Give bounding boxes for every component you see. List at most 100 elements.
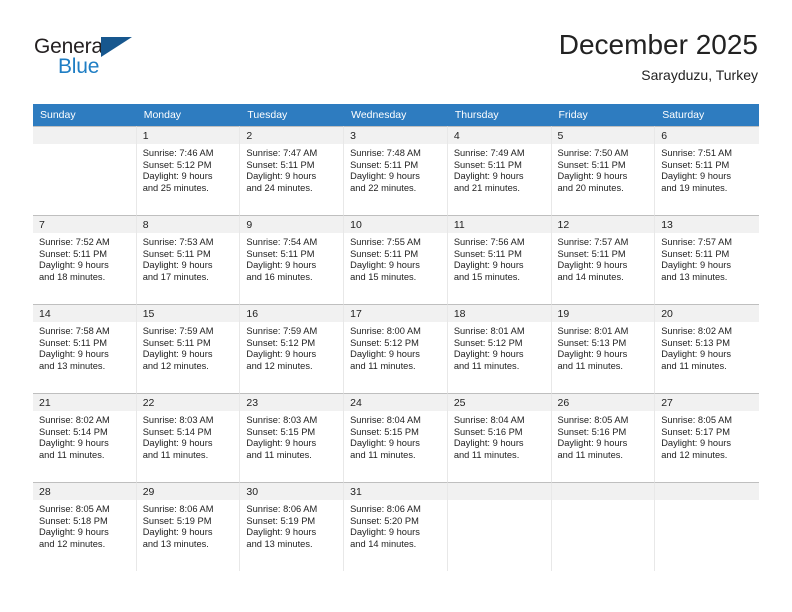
day-cell[interactable]: 11 Sunrise: 7:56 AM Sunset: 5:11 PM Dayl… xyxy=(447,215,552,304)
day-number: 24 xyxy=(344,394,447,411)
daylight-text-line2: and 18 minutes. xyxy=(39,271,106,282)
sunset-text: Sunset: 5:11 PM xyxy=(350,159,419,170)
day-number: 20 xyxy=(655,305,759,322)
day-cell[interactable]: 16 Sunrise: 7:59 AM Sunset: 5:12 PM Dayl… xyxy=(240,304,345,393)
day-cell[interactable]: 10 Sunrise: 7:55 AM Sunset: 5:11 PM Dayl… xyxy=(344,215,448,304)
day-cell[interactable]: 20 Sunrise: 8:02 AM Sunset: 5:13 PM Dayl… xyxy=(655,304,759,393)
day-cell[interactable]: 1 Sunrise: 7:46 AM Sunset: 5:12 PM Dayli… xyxy=(136,126,241,215)
day-cell[interactable]: 19 Sunrise: 8:01 AM Sunset: 5:13 PM Dayl… xyxy=(551,304,656,393)
day-cell[interactable]: 6 Sunrise: 7:51 AM Sunset: 5:11 PM Dayli… xyxy=(655,126,759,215)
day-number: 1 xyxy=(136,127,240,144)
day-cell[interactable]: 7 Sunrise: 7:52 AM Sunset: 5:11 PM Dayli… xyxy=(33,215,137,304)
sunrise-text: Sunrise: 7:49 AM xyxy=(453,148,525,158)
day-cell[interactable]: 14 Sunrise: 7:58 AM Sunset: 5:11 PM Dayl… xyxy=(33,304,137,393)
daylight-text-line1: Daylight: 9 hours xyxy=(453,438,524,449)
sunrise-text: Sunrise: 7:55 AM xyxy=(350,237,421,247)
weekday-header-tuesday: Tuesday xyxy=(240,104,345,126)
sunrise-text: Sunrise: 7:52 AM xyxy=(39,237,110,247)
day-cell[interactable] xyxy=(551,482,656,571)
day-number: 23 xyxy=(240,394,344,411)
daylight-text-line2: and 11 minutes. xyxy=(557,449,623,460)
day-cell[interactable] xyxy=(33,126,137,215)
day-number: 10 xyxy=(344,216,447,233)
sunset-text: Sunset: 5:14 PM xyxy=(142,426,212,437)
day-details: Sunrise: 8:04 AM Sunset: 5:16 PM Dayligh… xyxy=(448,411,551,461)
daylight-text-line2: and 21 minutes. xyxy=(453,182,520,193)
day-cell[interactable]: 24 Sunrise: 8:04 AM Sunset: 5:15 PM Dayl… xyxy=(344,393,448,482)
day-cell[interactable]: 23 Sunrise: 8:03 AM Sunset: 5:15 PM Dayl… xyxy=(240,393,345,482)
day-number xyxy=(655,483,759,500)
day-number xyxy=(447,483,551,500)
weekday-header-sunday: Sunday xyxy=(33,104,137,126)
day-cell[interactable]: 17 Sunrise: 8:00 AM Sunset: 5:12 PM Dayl… xyxy=(344,304,448,393)
day-cell[interactable]: 13 Sunrise: 7:57 AM Sunset: 5:11 PM Dayl… xyxy=(655,215,759,304)
sunrise-text: Sunrise: 8:04 AM xyxy=(350,415,421,425)
day-cell[interactable]: 29 Sunrise: 8:06 AM Sunset: 5:19 PM Dayl… xyxy=(136,482,241,571)
day-cell[interactable]: 5 Sunrise: 7:50 AM Sunset: 5:11 PM Dayli… xyxy=(551,126,656,215)
day-cell[interactable]: 28 Sunrise: 8:05 AM Sunset: 5:18 PM Dayl… xyxy=(33,482,137,571)
day-cell[interactable]: 26 Sunrise: 8:05 AM Sunset: 5:16 PM Dayl… xyxy=(551,393,656,482)
sunrise-text: Sunrise: 8:05 AM xyxy=(39,504,110,514)
day-details: Sunrise: 7:56 AM Sunset: 5:11 PM Dayligh… xyxy=(448,233,551,283)
sunrise-text: Sunrise: 8:06 AM xyxy=(142,504,214,514)
day-number: 31 xyxy=(344,483,447,500)
calendar-week-row: 21 Sunrise: 8:02 AM Sunset: 5:14 PM Dayl… xyxy=(33,393,759,482)
day-cell[interactable]: 8 Sunrise: 7:53 AM Sunset: 5:11 PM Dayli… xyxy=(136,215,241,304)
daylight-text-line1: Daylight: 9 hours xyxy=(661,171,731,182)
day-cell[interactable]: 2 Sunrise: 7:47 AM Sunset: 5:11 PM Dayli… xyxy=(240,126,345,215)
daylight-text-line2: and 11 minutes. xyxy=(350,360,416,371)
sunrise-text: Sunrise: 7:58 AM xyxy=(39,326,110,336)
day-number xyxy=(551,483,655,500)
day-details: Sunrise: 8:01 AM Sunset: 5:12 PM Dayligh… xyxy=(448,322,551,372)
day-number: 15 xyxy=(136,305,240,322)
calendar-page: General Blue December 2025 Sarayduzu, Tu… xyxy=(0,0,792,612)
day-cell[interactable]: 12 Sunrise: 7:57 AM Sunset: 5:11 PM Dayl… xyxy=(551,215,656,304)
day-cell[interactable]: 27 Sunrise: 8:05 AM Sunset: 5:17 PM Dayl… xyxy=(655,393,759,482)
day-cell[interactable]: 25 Sunrise: 8:04 AM Sunset: 5:16 PM Dayl… xyxy=(447,393,552,482)
day-details: Sunrise: 7:48 AM Sunset: 5:11 PM Dayligh… xyxy=(344,144,447,194)
day-cell[interactable] xyxy=(447,482,552,571)
day-number: 22 xyxy=(136,394,240,411)
sunrise-text: Sunrise: 7:54 AM xyxy=(246,237,318,247)
day-details: Sunrise: 7:46 AM Sunset: 5:12 PM Dayligh… xyxy=(137,144,240,194)
page-title: December 2025 xyxy=(558,29,758,60)
sunrise-text: Sunrise: 7:57 AM xyxy=(661,237,733,247)
day-details: Sunrise: 7:57 AM Sunset: 5:11 PM Dayligh… xyxy=(655,233,759,283)
weekday-header-thursday: Thursday xyxy=(447,104,552,126)
sunrise-text: Sunrise: 8:02 AM xyxy=(661,326,733,336)
day-cell[interactable]: 15 Sunrise: 7:59 AM Sunset: 5:11 PM Dayl… xyxy=(136,304,241,393)
sunrise-text: Sunrise: 8:05 AM xyxy=(557,415,629,425)
title-block: December 2025 Sarayduzu, Turkey xyxy=(559,28,758,85)
daylight-text-line2: and 15 minutes. xyxy=(350,271,417,282)
day-cell[interactable] xyxy=(655,482,759,571)
day-number: 28 xyxy=(33,483,136,500)
daylight-text-line1: Daylight: 9 hours xyxy=(142,349,213,360)
day-cell[interactable]: 22 Sunrise: 8:03 AM Sunset: 5:14 PM Dayl… xyxy=(136,393,241,482)
day-details: Sunrise: 7:53 AM Sunset: 5:11 PM Dayligh… xyxy=(137,233,240,283)
day-cell[interactable]: 30 Sunrise: 8:06 AM Sunset: 5:19 PM Dayl… xyxy=(240,482,345,571)
general-blue-logo[interactable]: General Blue xyxy=(34,35,144,83)
day-details: Sunrise: 8:03 AM Sunset: 5:15 PM Dayligh… xyxy=(240,411,343,461)
sunset-text: Sunset: 5:11 PM xyxy=(453,248,522,259)
daylight-text-line1: Daylight: 9 hours xyxy=(142,438,213,449)
sunset-text: Sunset: 5:11 PM xyxy=(557,159,626,170)
weekday-header-friday: Friday xyxy=(551,104,656,126)
sunrise-text: Sunrise: 7:46 AM xyxy=(142,148,214,158)
day-cell[interactable]: 21 Sunrise: 8:02 AM Sunset: 5:14 PM Dayl… xyxy=(33,393,137,482)
day-cell[interactable]: 18 Sunrise: 8:01 AM Sunset: 5:12 PM Dayl… xyxy=(447,304,552,393)
page-header: General Blue December 2025 Sarayduzu, Tu… xyxy=(0,0,792,104)
calendar-grid: Sunday Monday Tuesday Wednesday Thursday… xyxy=(33,104,759,571)
day-details: Sunrise: 8:02 AM Sunset: 5:13 PM Dayligh… xyxy=(655,322,759,372)
day-number xyxy=(33,127,136,144)
day-details: Sunrise: 7:59 AM Sunset: 5:12 PM Dayligh… xyxy=(240,322,343,372)
day-cell[interactable]: 9 Sunrise: 7:54 AM Sunset: 5:11 PM Dayli… xyxy=(240,215,345,304)
day-number: 14 xyxy=(33,305,136,322)
day-cell[interactable]: 3 Sunrise: 7:48 AM Sunset: 5:11 PM Dayli… xyxy=(344,126,448,215)
daylight-text-line1: Daylight: 9 hours xyxy=(350,171,420,182)
calendar-body: 1 Sunrise: 7:46 AM Sunset: 5:12 PM Dayli… xyxy=(33,126,759,571)
daylight-text-line1: Daylight: 9 hours xyxy=(350,349,420,360)
day-cell[interactable]: 4 Sunrise: 7:49 AM Sunset: 5:11 PM Dayli… xyxy=(447,126,552,215)
day-cell[interactable]: 31 Sunrise: 8:06 AM Sunset: 5:20 PM Dayl… xyxy=(344,482,448,571)
sunrise-text: Sunrise: 8:03 AM xyxy=(142,415,214,425)
day-number: 6 xyxy=(655,127,759,144)
